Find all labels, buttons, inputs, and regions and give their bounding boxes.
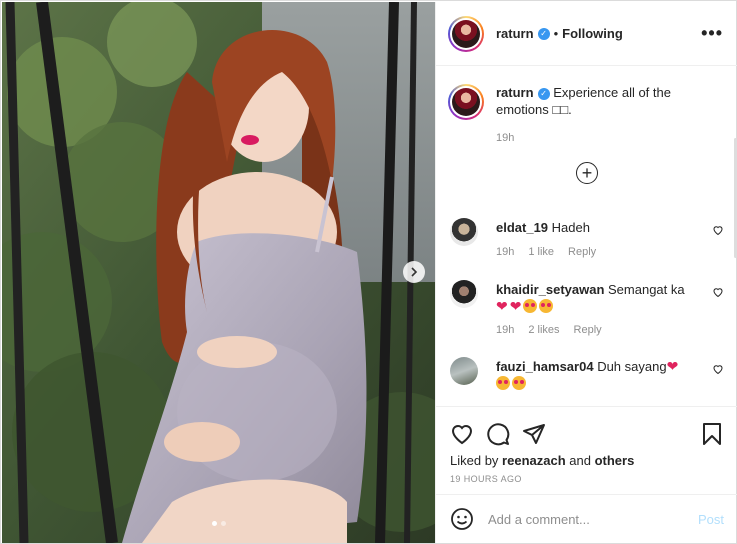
comment-username[interactable]: fauzi_hamsar04 [496, 359, 594, 374]
heart-emoji-icon: ❤ [666, 358, 679, 374]
heart-emoji-icon: ❤ [509, 298, 522, 314]
comment-icon[interactable] [486, 422, 510, 446]
verified-badge-icon: ✓ [537, 27, 550, 40]
more-options-icon[interactable]: ••• [701, 23, 723, 44]
load-more-comments-button[interactable]: + [436, 162, 737, 184]
photo-image [2, 2, 435, 543]
comment-time: 19h [496, 246, 515, 258]
following-button[interactable]: Following [562, 26, 623, 41]
caption-avatar[interactable] [448, 84, 484, 120]
likes-joiner: and [569, 453, 591, 468]
like-comment-heart-icon[interactable] [712, 224, 724, 236]
comment-text-block: khaidir_setyawan Semangat ka ❤ ❤ [496, 281, 696, 315]
header-separator: • [553, 26, 559, 41]
comment-username[interactable]: khaidir_setyawan [496, 282, 604, 297]
comment-text-block: eldat_19 Hadeh [496, 219, 696, 236]
comment-meta: 19h 2 likes Reply [496, 324, 602, 336]
heart-eyes-emoji-icon [523, 299, 538, 313]
commenter-avatar[interactable] [450, 218, 478, 246]
next-photo-button[interactable] [403, 261, 425, 283]
verified-badge-icon: ✓ [537, 87, 550, 100]
like-comment-heart-icon[interactable] [712, 363, 724, 375]
heart-emoji-icon: ❤ [496, 298, 508, 314]
chevron-right-icon [411, 267, 418, 277]
carousel-dot [221, 521, 226, 526]
share-icon[interactable] [522, 422, 546, 446]
action-bar [436, 407, 737, 451]
post-side-panel: raturn ✓ • Following ••• raturn ✓ Experie… [435, 2, 737, 543]
heart-eyes-emoji-icon [496, 376, 510, 390]
caption-suffix: □□. [552, 102, 572, 117]
heart-eyes-emoji-icon [512, 376, 526, 390]
bookmark-icon[interactable] [700, 422, 724, 446]
reply-button[interactable]: Reply [568, 246, 596, 258]
comments-list[interactable]: raturn ✓ Experience all of the emotions □… [436, 66, 737, 406]
add-comment-input[interactable] [488, 511, 698, 527]
comment-text: Semangat ka [608, 282, 685, 297]
caption-time: 19h [496, 132, 515, 144]
likes-others-link[interactable]: others [595, 453, 635, 468]
post-actions-area: Liked by reenazach and others 19 HOURS A… [436, 406, 737, 494]
caption: raturn ✓ Experience all of the emotions □… [436, 66, 737, 120]
heart-eyes-emoji-icon [539, 299, 554, 313]
heart-icon[interactable] [450, 422, 474, 446]
like-comment-heart-icon[interactable] [712, 286, 724, 298]
post-comment-button[interactable]: Post [698, 512, 724, 527]
comment-likes[interactable]: 2 likes [528, 324, 559, 336]
post-dialog: raturn ✓ • Following ••• raturn ✓ Experie… [0, 0, 737, 544]
post-timestamp[interactable]: 19 HOURS AGO [436, 468, 737, 484]
likes-prefix: Liked by [450, 453, 499, 468]
comment-username[interactable]: eldat_19 [496, 220, 548, 235]
emoji-smile-icon[interactable] [450, 507, 474, 531]
author-avatar[interactable] [448, 15, 484, 52]
comment-text-block: fauzi_hamsar04 Duh sayang❤ [496, 358, 696, 392]
author-username[interactable]: raturn [496, 26, 534, 41]
commenter-avatar[interactable] [450, 280, 478, 308]
liker-username[interactable]: reenazach [502, 453, 566, 468]
commenter-avatar[interactable] [450, 357, 478, 385]
plus-circle-icon: + [576, 162, 598, 184]
comment-meta: 19h 1 like Reply [496, 246, 596, 258]
caption-username[interactable]: raturn [496, 85, 534, 100]
carousel-dot [212, 521, 217, 526]
reply-button[interactable]: Reply [574, 324, 602, 336]
post-photo[interactable] [2, 2, 435, 543]
comment-time: 19h [496, 324, 515, 336]
comment-likes[interactable]: 1 like [528, 246, 554, 258]
add-comment-bar: Post [436, 494, 737, 543]
carousel-indicator [212, 521, 226, 526]
comment-text: Hadeh [551, 220, 590, 235]
comment-text: Duh sayang [597, 359, 667, 374]
post-header: raturn ✓ • Following ••• [436, 2, 737, 66]
likes-summary: Liked by reenazach and others [436, 451, 737, 468]
caption-text-block: raturn ✓ Experience all of the emotions □… [496, 84, 724, 120]
